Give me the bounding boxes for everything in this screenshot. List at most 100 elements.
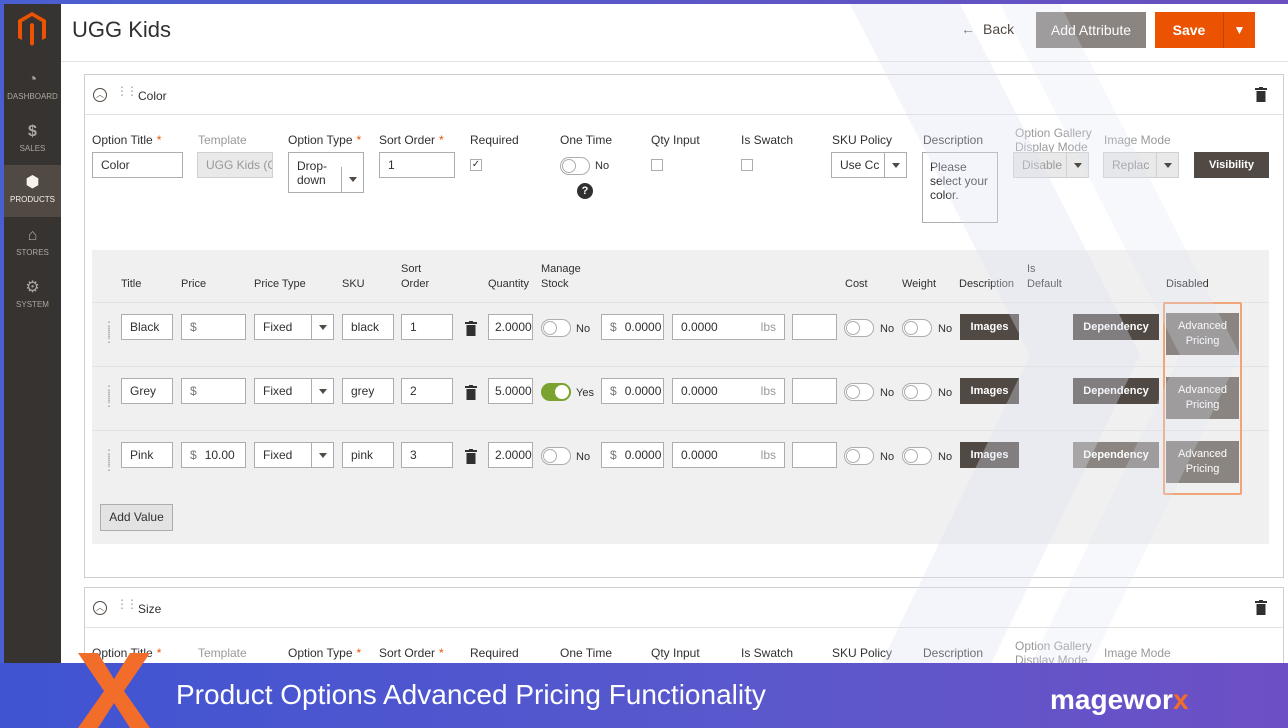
label-template: Template xyxy=(198,133,247,147)
collapse-icon[interactable]: ︿ xyxy=(93,88,107,102)
label-qty-input: Qty Input xyxy=(651,646,700,660)
collapse-icon[interactable]: ︿ xyxy=(93,601,107,615)
value-sku-input[interactable]: grey xyxy=(342,378,394,404)
drag-handle-icon[interactable]: ⋮ ⋮ ⋮ xyxy=(103,320,115,344)
disabled-toggle[interactable] xyxy=(902,319,932,337)
label-is-swatch: Is Swatch xyxy=(741,133,794,147)
trash-icon[interactable] xyxy=(465,321,477,336)
sidebar-item-products[interactable]: ⬢ PRODUCTS xyxy=(4,165,61,217)
one-time-toggle[interactable] xyxy=(560,157,590,175)
required-checkbox[interactable]: ✓ xyxy=(470,159,482,171)
manage-stock-toggle[interactable] xyxy=(541,319,571,337)
option-title: Size xyxy=(138,602,162,616)
disabled-label: No xyxy=(938,323,953,335)
value-price-type-select[interactable]: Fixed xyxy=(254,442,334,468)
gallery-mode-select: Disable xyxy=(1013,152,1089,178)
value-weight-input[interactable]: 0.0000 lbs xyxy=(672,314,785,340)
drag-handle-icon[interactable]: ⋮⋮ xyxy=(116,85,138,97)
back-label: Back xyxy=(983,21,1015,37)
col-manage-stock: Manage Stock xyxy=(541,263,581,290)
sidebar-item-dashboard[interactable]: ◔ DASHBOARD xyxy=(4,70,61,122)
is-default-toggle[interactable] xyxy=(844,447,874,465)
label-template: Template xyxy=(198,646,247,660)
value-title-input[interactable]: Black xyxy=(121,314,173,340)
back-button[interactable]: ← Back xyxy=(961,21,1014,37)
images-button[interactable]: Images xyxy=(960,314,1019,340)
save-button[interactable]: Save xyxy=(1155,12,1223,48)
value-price-type-select[interactable]: Fixed xyxy=(254,314,334,340)
col-price-type: Price Type xyxy=(254,278,306,290)
value-weight-input[interactable]: 0.0000 lbs xyxy=(672,378,785,404)
trash-icon[interactable] xyxy=(465,385,477,400)
col-is-default: Is Default xyxy=(1027,263,1062,290)
dependency-button[interactable]: Dependency xyxy=(1073,442,1159,468)
images-button[interactable]: Images xyxy=(960,378,1019,404)
magento-logo[interactable] xyxy=(18,12,46,46)
value-quantity-input[interactable]: 2.0000 xyxy=(488,442,533,468)
is-default-label: No xyxy=(880,387,895,399)
help-icon[interactable]: ? xyxy=(577,183,593,199)
sidebar-item-stores[interactable]: ⌂ STORES xyxy=(4,226,61,278)
manage-stock-toggle[interactable] xyxy=(541,383,571,401)
value-title-input[interactable]: Pink xyxy=(121,442,173,468)
dependency-button[interactable]: Dependency xyxy=(1073,378,1159,404)
value-cost-price-input[interactable]: $0.0000 xyxy=(601,378,664,404)
value-quantity-input[interactable]: 5.0000 xyxy=(488,378,533,404)
is-default-label: No xyxy=(880,323,895,335)
is-default-toggle[interactable] xyxy=(844,383,874,401)
is-default-toggle[interactable] xyxy=(844,319,874,337)
option-header: ︿ ⋮⋮ Color xyxy=(85,75,1283,115)
screenshot-frame: ◔ DASHBOARD $ SALES ⬢ PRODUCTS ⌂ STORES … xyxy=(0,0,1288,728)
value-quantity-input[interactable]: 2.0000 xyxy=(488,314,533,340)
trash-icon[interactable] xyxy=(465,449,477,464)
value-cost-input[interactable] xyxy=(792,314,837,340)
value-title-input[interactable]: Grey xyxy=(121,378,173,404)
add-attribute-button[interactable]: Add Attribute xyxy=(1036,12,1146,48)
value-cost-input[interactable] xyxy=(792,442,837,468)
is-swatch-checkbox[interactable] xyxy=(741,159,753,171)
advanced-pricing-highlight xyxy=(1163,302,1242,495)
option-title-input[interactable]: Color xyxy=(92,152,183,178)
save-dropdown-toggle[interactable]: ▼ xyxy=(1223,12,1255,48)
value-price-input[interactable]: $ xyxy=(181,314,246,340)
disabled-toggle[interactable] xyxy=(902,447,932,465)
drag-handle-icon[interactable]: ⋮⋮ xyxy=(116,598,138,610)
col-quantity: Quantity xyxy=(488,278,529,290)
visibility-button[interactable]: Visibility xyxy=(1194,152,1269,178)
trash-icon[interactable] xyxy=(1255,87,1267,102)
sort-order-input[interactable]: 1 xyxy=(379,152,455,178)
col-title: Title xyxy=(121,278,142,290)
value-sort-input[interactable]: 1 xyxy=(401,314,453,340)
value-price-input[interactable]: $ xyxy=(181,378,246,404)
qty-input-checkbox[interactable] xyxy=(651,159,663,171)
main-content: UGG Kids ← Back Add Attribute Save ▼ ︿ ⋮⋮… xyxy=(61,4,1288,663)
value-cost-price-input[interactable]: $0.0000 xyxy=(601,314,664,340)
value-cost-price-input[interactable]: $0.0000 xyxy=(601,442,664,468)
drag-handle-icon[interactable]: ⋮ ⋮ ⋮ xyxy=(103,448,115,472)
value-sku-input[interactable]: pink xyxy=(342,442,394,468)
add-value-button[interactable]: Add Value xyxy=(100,504,173,531)
option-type-select[interactable]: Drop-down xyxy=(288,152,364,193)
images-button[interactable]: Images xyxy=(960,442,1019,468)
value-sort-input[interactable]: 2 xyxy=(401,378,453,404)
drag-handle-icon[interactable]: ⋮ ⋮ ⋮ xyxy=(103,384,115,408)
label-required: Required xyxy=(470,133,519,147)
label-sort-order: Sort Order * xyxy=(379,646,444,660)
value-sort-input[interactable]: 3 xyxy=(401,442,453,468)
value-cost-input[interactable] xyxy=(792,378,837,404)
one-time-label: No xyxy=(595,160,610,172)
value-weight-input[interactable]: 0.0000 lbs xyxy=(672,442,785,468)
arrow-left-icon: ← xyxy=(961,21,975,37)
disabled-toggle[interactable] xyxy=(902,383,932,401)
sidebar-item-system[interactable]: ⚙ SYSTEM xyxy=(4,278,61,330)
dependency-button[interactable]: Dependency xyxy=(1073,314,1159,340)
value-price-input[interactable]: $10.00 xyxy=(181,442,246,468)
manage-stock-toggle[interactable] xyxy=(541,447,571,465)
sku-policy-select[interactable]: Use Cc xyxy=(831,152,907,178)
description-textarea[interactable]: Please select your color. xyxy=(922,152,998,223)
label-required: Required xyxy=(470,646,519,660)
value-price-type-select[interactable]: Fixed xyxy=(254,378,334,404)
value-sku-input[interactable]: black xyxy=(342,314,394,340)
dashboard-icon: ◔ xyxy=(27,71,38,88)
trash-icon[interactable] xyxy=(1255,600,1267,615)
